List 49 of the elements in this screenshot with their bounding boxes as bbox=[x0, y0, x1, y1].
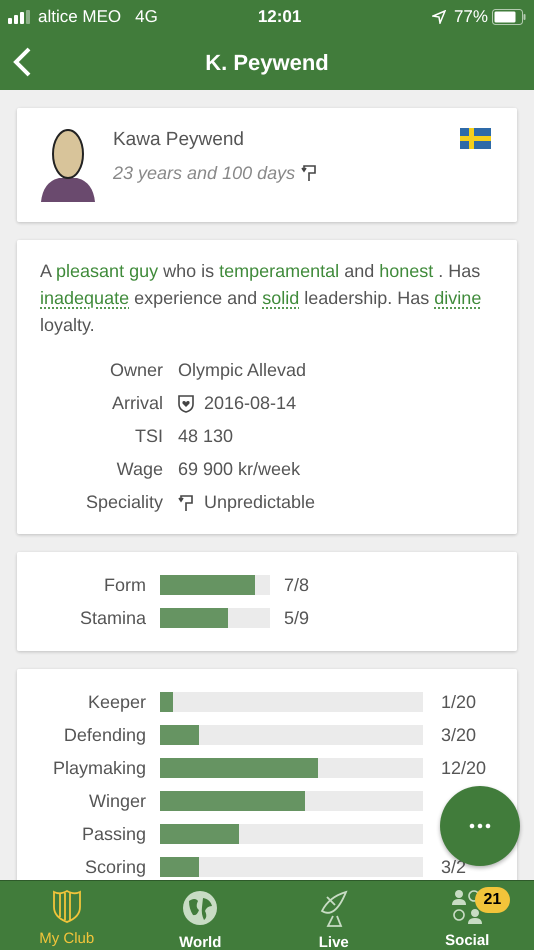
skill-label: Form bbox=[103, 574, 146, 596]
tab-bar-item[interactable]: World bbox=[134, 881, 267, 950]
flag-icon bbox=[460, 128, 491, 149]
shield-icon bbox=[52, 889, 82, 923]
skill-reading: 5/9 bbox=[284, 606, 310, 630]
skill-label: Playmaking bbox=[52, 756, 146, 780]
detail-value: Unpredictable bbox=[204, 491, 316, 514]
skill-reading: 7/8 bbox=[284, 574, 310, 596]
skill-label: Defending bbox=[62, 724, 146, 747]
skill-reading: 3/2 bbox=[440, 856, 468, 878]
skill-label: Keeper bbox=[86, 690, 146, 714]
carrier-name: altice MEO bbox=[38, 6, 122, 28]
detail-value: 2016-08-14 bbox=[204, 392, 296, 415]
battery-percent: 77% bbox=[454, 6, 488, 28]
tab-bar-item[interactable]: Social 21 bbox=[400, 881, 534, 950]
skill-label: Passing bbox=[80, 822, 146, 846]
skill-reading: 3/20 bbox=[440, 724, 478, 746]
unpredictable-icon bbox=[301, 164, 318, 182]
notification-badge: 21 bbox=[474, 887, 510, 913]
unpredictable-icon bbox=[178, 494, 194, 512]
detail-value: 48 130 bbox=[178, 425, 234, 448]
location-icon bbox=[432, 10, 446, 24]
detail-label: Arrival bbox=[110, 392, 163, 415]
player-age: 23 years and 100 days bbox=[113, 162, 296, 185]
people-chat-icon bbox=[452, 889, 482, 925]
detail-label: TSI bbox=[134, 425, 163, 448]
detail-value: Olympic Allevad bbox=[178, 359, 306, 382]
player-name: Kawa Peywend bbox=[113, 128, 245, 152]
tab-bar-item[interactable]: Live bbox=[267, 881, 400, 950]
page-title: K. Peywend bbox=[205, 48, 329, 77]
back-icon bbox=[12, 46, 32, 78]
clock: 12:01 bbox=[258, 6, 302, 28]
satellite-dish-icon bbox=[318, 889, 349, 927]
tab-bar-item[interactable]: My Club bbox=[0, 881, 134, 950]
skill-reading: 12/20 bbox=[440, 756, 488, 780]
globe-icon bbox=[181, 889, 220, 927]
detail-label: Speciality bbox=[84, 491, 163, 514]
battery-icon bbox=[492, 9, 526, 25]
skill-reading: 1/20 bbox=[440, 690, 478, 714]
network-type: 4G bbox=[135, 6, 158, 28]
more-icon bbox=[469, 823, 491, 829]
detail-label: Owner bbox=[108, 359, 163, 382]
shield-heart-icon bbox=[178, 394, 194, 412]
personality-description: A pleasant guy who is temperamental and honest . Has inadequate experience and solid leadership. Has divine loyalty. bbox=[40, 260, 482, 337]
skill-label: Stamina bbox=[78, 606, 146, 630]
skill-label: Scoring bbox=[84, 856, 146, 879]
skill-label: Winger bbox=[88, 790, 146, 813]
detail-label: Wage bbox=[116, 458, 163, 481]
detail-value: 69 900 kr/week bbox=[178, 458, 300, 481]
